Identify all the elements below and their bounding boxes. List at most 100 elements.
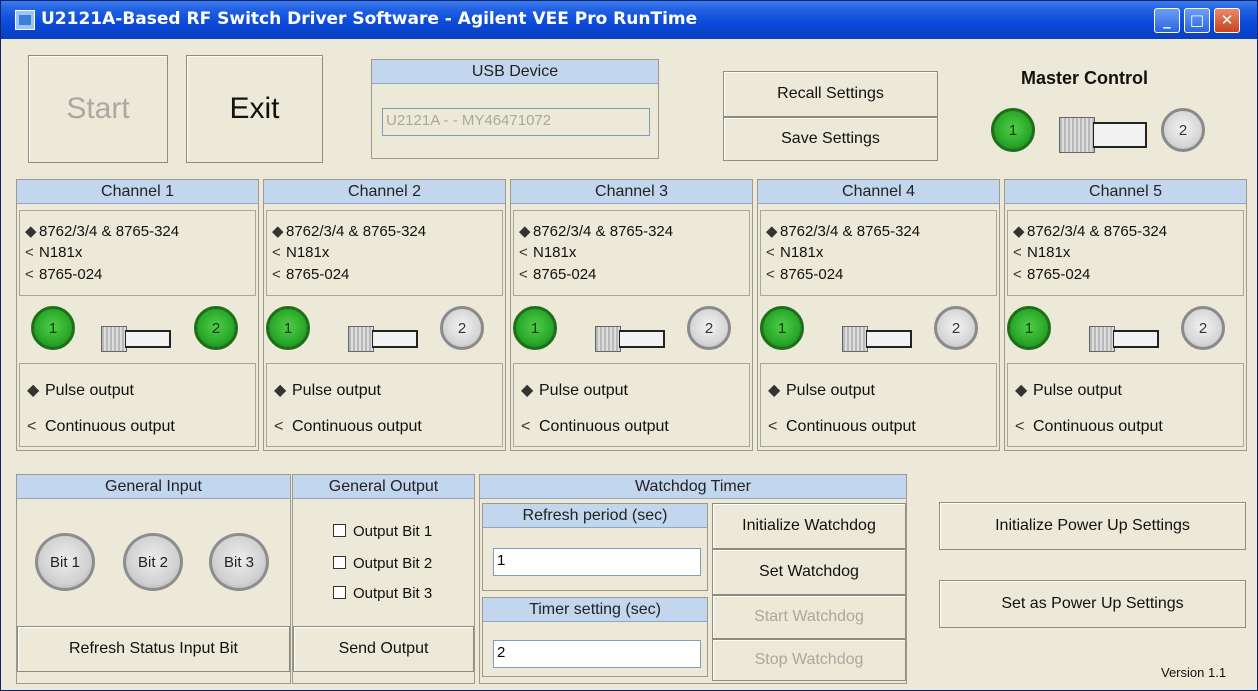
channel-toggle-switch[interactable] [348,326,418,352]
pulse-output-radio[interactable]: ◆ Pulse output [274,381,381,401]
radio-selected-icon: ◆ [1013,223,1025,240]
channel-led-1[interactable]: 1 [266,306,310,350]
channel-led-2[interactable]: 2 [440,306,484,350]
initialize-power-up-settings-button[interactable]: Initialize Power Up Settings [939,502,1246,550]
send-output-button[interactable]: Send Output [293,626,474,672]
switch-type-radio-3[interactable]: <8765-024 [519,265,596,285]
start-watchdog-button[interactable]: Start Watchdog [712,595,906,639]
continuous-output-radio[interactable]: < Continuous output [274,417,422,437]
radio-label: Continuous output [292,418,422,435]
master-toggle-switch[interactable] [1059,117,1147,153]
radio-label: Continuous output [786,418,916,435]
initialize-watchdog-button[interactable]: Initialize Watchdog [712,503,906,549]
continuous-output-radio[interactable]: < Continuous output [521,417,669,437]
radio-unselected-icon: < [521,418,531,435]
switch-type-radio-2[interactable]: < N181x [272,243,329,263]
radio-unselected-icon: < [272,244,281,261]
radio-selected-icon: ◆ [25,223,37,240]
output-bit-2-checkbox[interactable]: Output Bit 2 [333,555,432,572]
radio-unselected-icon: < [766,244,775,261]
switch-type-radio-1[interactable]: ◆ 8762/3/4 & 8765-324 [766,222,920,242]
channel-led-1[interactable]: 1 [760,306,804,350]
pulse-output-radio[interactable]: ◆ Pulse output [27,381,134,401]
radio-unselected-icon: < [768,418,778,435]
radio-selected-icon: ◆ [766,223,778,240]
channel-led-2[interactable]: 2 [934,306,978,350]
radio-label: Pulse output [45,382,134,399]
start-button[interactable]: Start [28,55,168,163]
switch-type-radio-1[interactable]: ◆ 8762/3/4 & 8765-324 [25,222,179,242]
switch-type-radio-3[interactable]: <8765-024 [766,265,843,285]
title-bar[interactable]: U2121A-Based RF Switch Driver Software -… [1,1,1257,39]
general-output-panel: General Output Output Bit 1 Output Bit 2… [292,474,475,684]
channel-led-2[interactable]: 2 [1181,306,1225,350]
switch-type-radio-3[interactable]: <8765-024 [1013,265,1090,285]
usb-device-field[interactable]: U2121A - - MY46471072 [382,108,650,136]
radio-label: Continuous output [45,418,175,435]
refresh-period-header: Refresh period (sec) [483,504,707,528]
radio-label: 8765-024 [286,266,350,283]
recall-settings-button[interactable]: Recall Settings [723,71,938,117]
switch-type-radio-2[interactable]: < N181x [519,243,576,263]
radio-unselected-icon: < [1013,244,1022,261]
checkbox-label: Output Bit 1 [353,523,433,540]
minimize-button[interactable]: _ [1154,8,1180,33]
channel-toggle-switch[interactable] [842,326,912,352]
usb-device-header: USB Device [372,60,658,84]
switch-type-radio-1[interactable]: ◆ 8762/3/4 & 8765-324 [1013,222,1167,242]
master-led-2[interactable]: 2 [1161,108,1205,152]
switch-type-radio-2[interactable]: < N181x [766,243,823,263]
radio-label: N181x [1027,244,1071,261]
set-as-power-up-settings-button[interactable]: Set as Power Up Settings [939,580,1246,628]
set-watchdog-button[interactable]: Set Watchdog [712,549,906,595]
channel-toggle-switch[interactable] [1089,326,1159,352]
radio-unselected-icon: < [519,244,528,261]
radio-label: N181x [39,244,83,261]
switch-type-radio-3[interactable]: <8765-024 [272,265,349,285]
refresh-period-input[interactable]: 1 [493,548,701,576]
switch-knob [595,326,621,352]
pulse-output-radio[interactable]: ◆ Pulse output [1015,381,1122,401]
channel-led-2[interactable]: 2 [194,306,238,350]
close-button[interactable]: ✕ [1214,8,1240,33]
pulse-output-radio[interactable]: ◆ Pulse output [521,381,628,401]
output-bit-3-checkbox[interactable]: Output Bit 3 [333,585,432,602]
refresh-status-input-bit-button[interactable]: Refresh Status Input Bit [17,626,290,672]
channel-led-1[interactable]: 1 [31,306,75,350]
exit-button[interactable]: Exit [186,55,323,163]
radio-selected-icon: ◆ [521,382,534,399]
continuous-output-radio[interactable]: < Continuous output [768,417,916,437]
stop-watchdog-button[interactable]: Stop Watchdog [712,639,906,681]
radio-label: Continuous output [539,418,669,435]
channel-led-2[interactable]: 2 [687,306,731,350]
switch-type-radio-1[interactable]: ◆ 8762/3/4 & 8765-324 [272,222,426,242]
radio-label: 8765-024 [1027,266,1091,283]
channel-toggle-switch[interactable] [101,326,171,352]
radio-label: 8762/3/4 & 8765-324 [1027,223,1168,240]
maximize-button[interactable]: □ [1184,8,1210,33]
input-bit-3-indicator: Bit 3 [209,533,269,591]
channel-led-1[interactable]: 1 [1007,306,1051,350]
continuous-output-radio[interactable]: < Continuous output [1015,417,1163,437]
radio-selected-icon: ◆ [27,382,40,399]
pulse-output-radio[interactable]: ◆ Pulse output [768,381,875,401]
master-led-1[interactable]: 1 [991,108,1035,152]
output-bit-1-checkbox[interactable]: Output Bit 1 [333,523,432,540]
channel-toggle-switch[interactable] [595,326,665,352]
channel-header: Channel 3 [511,180,752,204]
switch-type-radio-2[interactable]: < N181x [1013,243,1070,263]
radio-label: Pulse output [539,382,628,399]
switch-type-radio-3[interactable]: <8765-024 [25,265,102,285]
timer-setting-header: Timer setting (sec) [483,598,707,622]
switch-type-radio-2[interactable]: < N181x [25,243,82,263]
radio-unselected-icon: < [1015,418,1025,435]
switch-type-radio-1[interactable]: ◆ 8762/3/4 & 8765-324 [519,222,673,242]
save-settings-button[interactable]: Save Settings [723,117,938,161]
timer-setting-input[interactable]: 2 [493,640,701,668]
continuous-output-radio[interactable]: < Continuous output [27,417,175,437]
radio-unselected-icon: < [766,266,775,283]
channel-led-1[interactable]: 1 [513,306,557,350]
app-window: U2121A-Based RF Switch Driver Software -… [0,0,1258,691]
channel-header: Channel 2 [264,180,505,204]
radio-selected-icon: ◆ [519,223,531,240]
